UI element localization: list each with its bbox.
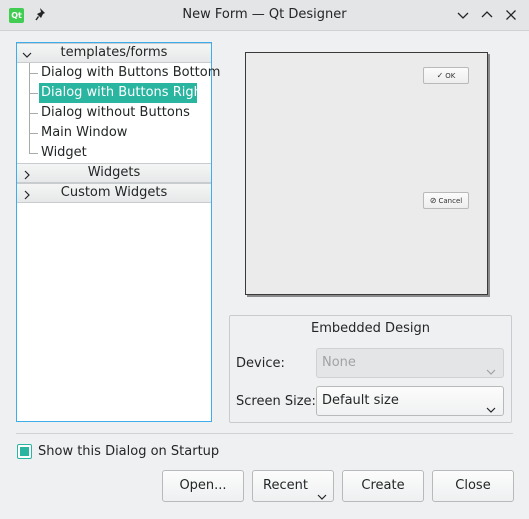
recent-button[interactable]: Recent (252, 470, 334, 502)
tree-branch-line (29, 93, 38, 94)
cancel-icon: ⊘ (429, 196, 437, 205)
recent-label: Recent (263, 478, 308, 493)
screen-size-value: Default size (322, 393, 399, 408)
tree-item-dialog-buttons-bottom[interactable]: Dialog with Buttons Bottom (39, 63, 236, 83)
chevron-down-icon (317, 483, 327, 500)
checkbox-checked-indicator (20, 447, 29, 456)
group-title: Embedded Design (311, 321, 430, 336)
close-button[interactable]: Close (432, 470, 514, 502)
tree-item-widget[interactable]: Widget (39, 143, 103, 163)
chevron-down-icon (486, 397, 496, 413)
tree-category-widgets[interactable]: Widgets (17, 163, 211, 183)
chevron-right-icon (22, 168, 32, 180)
tree-branch-line (29, 63, 30, 153)
tree-branch-line (29, 73, 38, 74)
show-on-startup-checkbox[interactable] (17, 444, 32, 459)
close-window-button[interactable] (503, 7, 519, 23)
tree-category-templates-forms[interactable]: templates/forms (17, 43, 211, 63)
tree-item-dialog-buttons-right[interactable]: Dialog with Buttons Right (39, 83, 207, 103)
create-button[interactable]: Create (342, 470, 424, 502)
tree-category-custom-widgets[interactable]: Custom Widgets (17, 183, 211, 203)
device-label: Device: (236, 356, 285, 371)
chevron-down-icon (22, 48, 32, 58)
tree-category-label: Custom Widgets (60, 185, 168, 200)
preview-ok-button: ✓ OK (423, 67, 469, 84)
form-preview: ✓ OK ⊘ Cancel (245, 52, 488, 295)
tree-branch-line (29, 133, 38, 134)
embedded-design-group: Embedded Design Device: None Screen Size… (229, 315, 512, 423)
tree-category-label: templates/forms (60, 45, 168, 60)
device-value: None (322, 355, 356, 370)
screen-size-combo[interactable]: Default size (316, 386, 504, 416)
tree-branch-line (29, 153, 38, 154)
window-title: New Form — Qt Designer (182, 7, 347, 22)
open-button[interactable]: Open... (162, 470, 244, 502)
template-tree[interactable]: templates/forms Dialog with Buttons Bott… (16, 42, 220, 422)
preview-cancel-button: ⊘ Cancel (423, 192, 469, 209)
tree-category-label: Widgets (87, 165, 141, 180)
device-combo: None (316, 348, 504, 378)
check-icon: ✓ (436, 71, 444, 80)
tree-item-dialog-without-buttons[interactable]: Dialog without Buttons (39, 103, 206, 123)
maximize-button[interactable] (479, 7, 495, 23)
title-bar: Qt New Form — Qt Designer (0, 0, 529, 31)
chevron-down-icon (486, 359, 496, 375)
tree-item-main-window[interactable]: Main Window (39, 123, 143, 143)
tree-branch-line (29, 113, 38, 114)
show-on-startup-label[interactable]: Show this Dialog on Startup (38, 444, 219, 459)
minimize-button[interactable] (455, 7, 471, 23)
separator (16, 433, 513, 434)
chevron-right-icon (22, 188, 32, 200)
screen-size-label: Screen Size: (236, 394, 316, 409)
